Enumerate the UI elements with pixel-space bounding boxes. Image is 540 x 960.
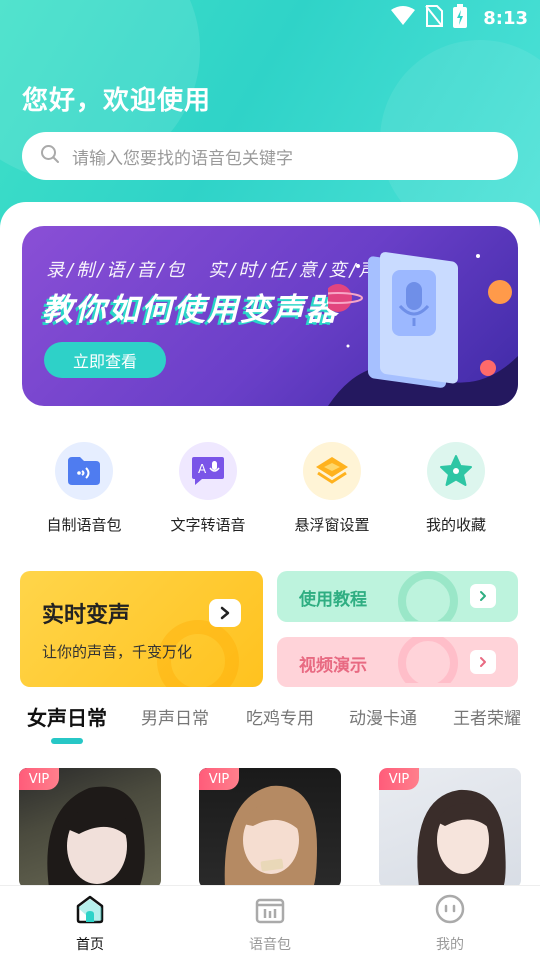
video-demo-card[interactable]: 视频演示 — [277, 637, 518, 687]
banner-cta-button[interactable]: 立即查看 — [44, 342, 166, 378]
nav-label: 首页 — [76, 937, 104, 953]
feature-text-to-speech[interactable]: A 文字转语音 — [148, 438, 268, 535]
vip-badge: VIP — [19, 768, 59, 790]
greeting-title: 您好，欢迎使用 — [22, 86, 212, 116]
chevron-right-icon[interactable] — [209, 599, 241, 627]
book-microphone-illustration — [328, 252, 518, 406]
search-input[interactable]: 请输入您要找的语音包关键字 — [22, 132, 518, 180]
card-title: 使用教程 — [299, 590, 367, 610]
realtime-voice-change-card[interactable]: 实时变声 让你的声音，千变万化 — [20, 571, 263, 687]
feature-custom-voice-pack[interactable]: 自制语音包 — [24, 438, 144, 535]
search-icon — [40, 144, 60, 168]
vip-badge: VIP — [199, 768, 239, 790]
feature-favorites[interactable]: 我的收藏 — [396, 438, 516, 535]
clock: 8:13 — [483, 7, 528, 29]
status-bar: 8:13 — [0, 0, 540, 36]
promo-banner[interactable]: 录/制/语/音/包 实/时/任/意/变/声 教你如何使用变声器 立即查看 — [22, 226, 518, 406]
nav-label: 我的 — [436, 937, 464, 953]
feature-floating-window[interactable]: 悬浮窗设置 — [272, 438, 392, 535]
text-to-speech-icon: A — [179, 442, 237, 500]
voice-pack-card[interactable]: VIP — [19, 768, 161, 888]
folder-voice-icon — [55, 442, 113, 500]
card-title: 实时变声 — [42, 603, 131, 628]
bottom-navigation: 首页 语音包 我的 — [0, 885, 540, 960]
tab-pubg[interactable]: 吃鸡专用 — [246, 704, 314, 729]
no-sim-icon — [425, 5, 444, 31]
svg-text:A: A — [198, 462, 207, 476]
feature-label: 悬浮窗设置 — [294, 516, 370, 534]
card-title: 视频演示 — [299, 656, 367, 676]
layers-icon — [303, 442, 361, 500]
chevron-right-icon[interactable] — [470, 650, 496, 674]
voice-pack-card[interactable]: VIP — [199, 768, 341, 888]
star-icon — [427, 442, 485, 500]
feature-grid: 自制语音包 A 文字转语音 悬浮窗设置 我的收藏 — [0, 438, 540, 538]
nav-profile[interactable]: 我的 — [390, 894, 510, 954]
tutorial-card[interactable]: 使用教程 — [277, 571, 518, 622]
voice-pack-card[interactable]: VIP — [379, 768, 521, 888]
decor-ring — [398, 637, 458, 683]
feature-label: 自制语音包 — [46, 516, 122, 534]
wifi-icon — [391, 6, 416, 30]
nav-voice-pack[interactable]: 语音包 — [210, 894, 330, 954]
feature-label: 文字转语音 — [170, 516, 246, 534]
card-description: 让你的声音，千变万化 — [42, 643, 193, 661]
tab-anime[interactable]: 动漫卡通 — [349, 704, 417, 729]
battery-icon — [453, 4, 468, 32]
nav-home[interactable]: 首页 — [30, 894, 150, 954]
home-icon — [74, 895, 106, 928]
chevron-right-icon[interactable] — [470, 584, 496, 608]
tab-honor-of-kings[interactable]: 王者荣耀 — [453, 704, 521, 729]
decor-ring — [398, 571, 458, 621]
profile-icon — [434, 894, 466, 928]
tab-male-daily[interactable]: 男声日常 — [141, 704, 209, 729]
voice-pack-icon — [254, 898, 286, 928]
search-placeholder: 请输入您要找的语音包关键字 — [72, 148, 293, 169]
banner-headline: 教你如何使用变声器 — [42, 292, 339, 328]
nav-label: 语音包 — [249, 937, 291, 953]
vip-badge: VIP — [379, 768, 419, 790]
feature-label: 我的收藏 — [425, 516, 486, 534]
tab-indicator — [51, 738, 83, 744]
tab-female-daily[interactable]: 女声日常 — [27, 702, 107, 731]
